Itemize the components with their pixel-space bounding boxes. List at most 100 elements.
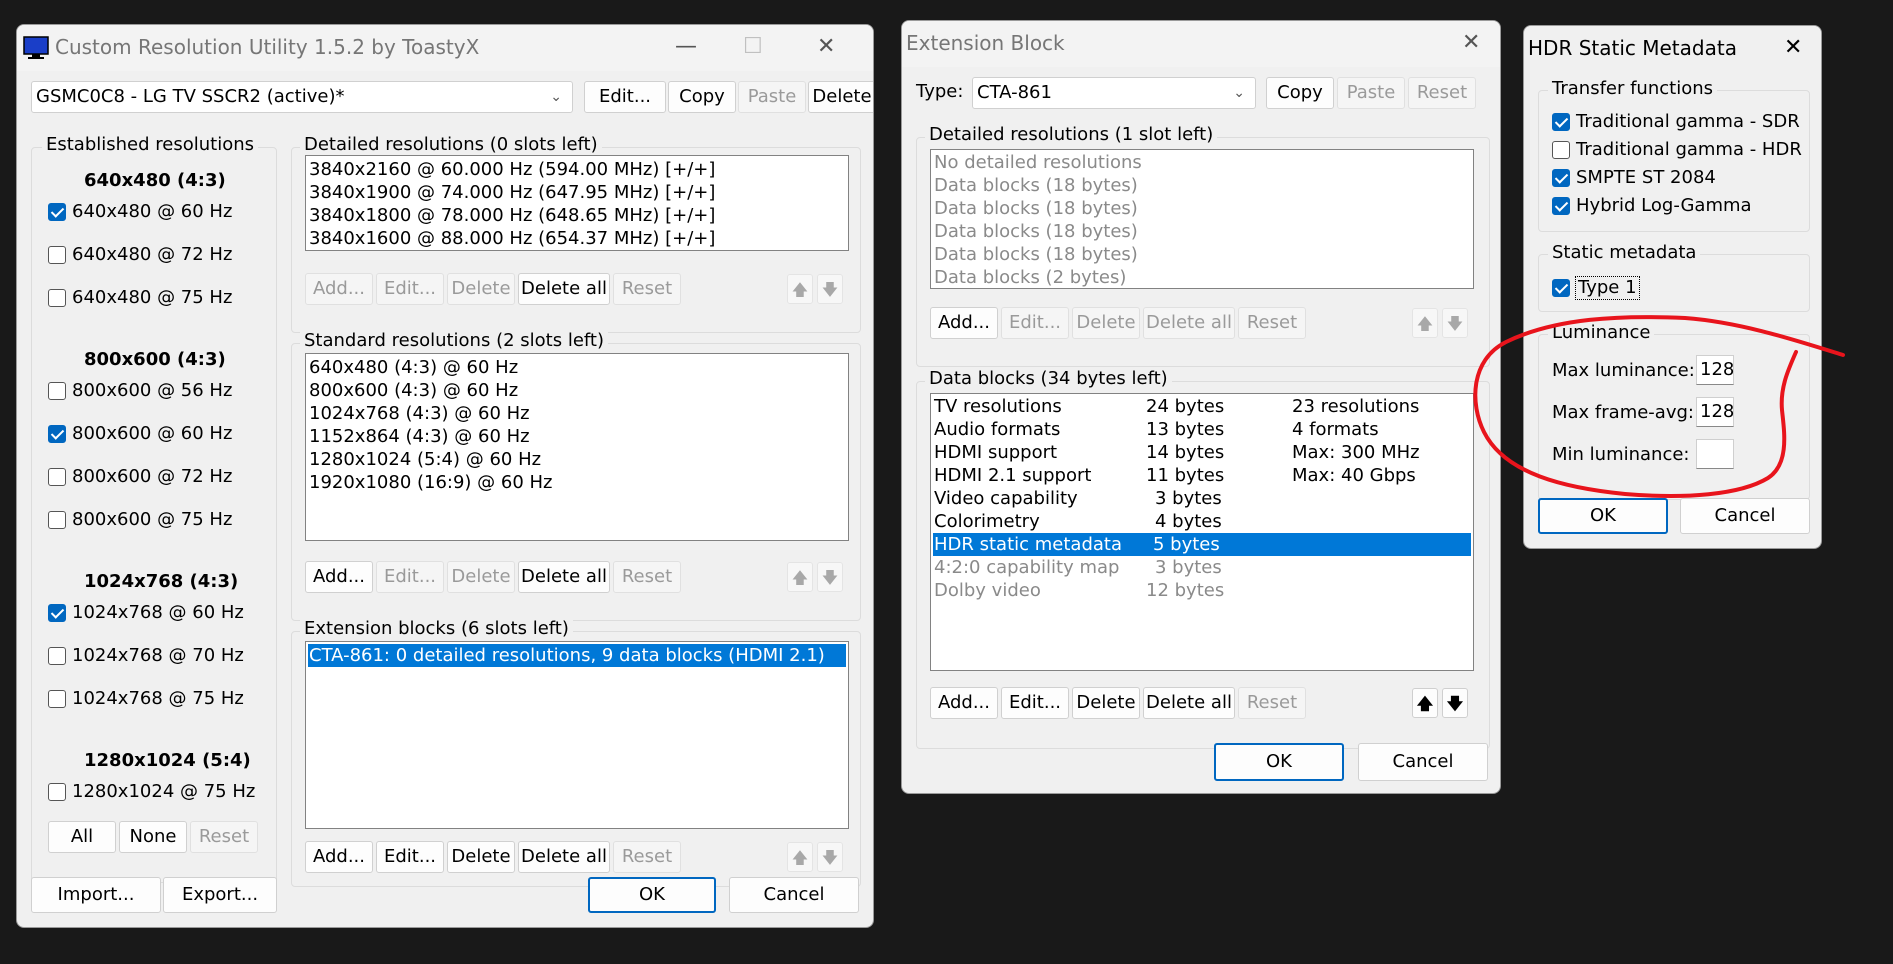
move-down-button[interactable]: 🡇 [817, 842, 843, 872]
reset-button[interactable]: Reset [613, 561, 681, 593]
checkbox[interactable] [48, 511, 66, 529]
checkbox[interactable] [48, 246, 66, 264]
list-item[interactable]: 3840x1600 @ 88.000 Hz (654.37 MHz) [+/+] [309, 227, 715, 250]
edit-button[interactable]: Edit... [376, 561, 444, 593]
detailed-list[interactable]: 3840x2160 @ 60.000 Hz (594.00 MHz) [+/+]… [305, 155, 849, 251]
checkbox-label[interactable]: 800x600 @ 60 Hz [72, 423, 232, 445]
reset-button[interactable]: Reset [1408, 77, 1476, 109]
list-item[interactable]: Data blocks (18 bytes) [934, 197, 1138, 220]
edit-button[interactable]: Edit... [1001, 307, 1069, 339]
add-button[interactable]: Add... [930, 307, 998, 339]
ok-button[interactable]: OK [588, 877, 716, 913]
move-up-button[interactable]: 🡅 [787, 562, 813, 592]
delete-all-button[interactable]: Delete all [1143, 307, 1235, 339]
checkbox[interactable] [1552, 197, 1570, 215]
checkbox[interactable] [48, 468, 66, 486]
checkbox[interactable] [48, 382, 66, 400]
all-button[interactable]: All [48, 821, 116, 853]
list-item[interactable]: 4:2:0 capability map 3 bytes [934, 556, 1471, 579]
cancel-button[interactable]: Cancel [1358, 743, 1488, 781]
checkbox-label[interactable]: 800x600 @ 72 Hz [72, 466, 232, 488]
move-down-button[interactable]: 🡇 [817, 562, 843, 592]
checkbox-label[interactable]: Type 1 [1575, 276, 1640, 300]
checkbox[interactable] [1552, 169, 1570, 187]
monitor-copy-button[interactable]: Copy [668, 81, 736, 113]
close-button[interactable]: ✕ [1784, 36, 1802, 60]
list-item[interactable]: Data blocks (18 bytes) [934, 174, 1138, 197]
delete-button[interactable]: Delete [447, 841, 515, 873]
checkbox-label[interactable]: Traditional gamma - SDR [1576, 111, 1800, 133]
move-up-button[interactable]: 🡅 [1412, 688, 1438, 718]
checkbox-label[interactable]: 1024x768 @ 60 Hz [72, 602, 244, 624]
checkbox-label[interactable]: Traditional gamma - HDR [1576, 139, 1802, 161]
none-button[interactable]: None [119, 821, 187, 853]
move-down-button[interactable]: 🡇 [1442, 308, 1468, 338]
delete-button[interactable]: Delete [1072, 687, 1140, 719]
list-item-selected[interactable]: HDR static metadata 5 bytes [933, 533, 1471, 556]
delete-button[interactable]: Delete [447, 561, 515, 593]
paste-button[interactable]: Paste [1337, 77, 1405, 109]
checkbox-label[interactable]: 1280x1024 @ 75 Hz [72, 781, 255, 803]
close-button[interactable]: ✕ [1462, 31, 1480, 55]
list-item[interactable]: 3840x2160 @ 60.000 Hz (594.00 MHz) [+/+] [309, 158, 715, 181]
reset-button[interactable]: Reset [613, 841, 681, 873]
move-up-button[interactable]: 🡅 [787, 274, 813, 304]
checkbox[interactable] [1552, 113, 1570, 131]
add-button[interactable]: Add... [305, 841, 373, 873]
list-item[interactable]: Colorimetry 4 bytes [934, 510, 1471, 533]
delete-button[interactable]: Delete [1072, 307, 1140, 339]
list-item[interactable]: Data blocks (18 bytes) [934, 220, 1138, 243]
list-item[interactable]: Data blocks (2 bytes) [934, 266, 1126, 288]
monitor-paste-button[interactable]: Paste [738, 81, 806, 113]
move-up-button[interactable]: 🡅 [787, 842, 813, 872]
list-item[interactable]: Audio formats 13 bytes 4 formats [934, 418, 1471, 441]
checkbox-label[interactable]: 1024x768 @ 70 Hz [72, 645, 244, 667]
delete-button[interactable]: Delete [447, 273, 515, 305]
add-button[interactable]: Add... [305, 561, 373, 593]
list-item[interactable]: 3840x1900 @ 74.000 Hz (647.95 MHz) [+/+] [309, 181, 715, 204]
delete-all-button[interactable]: Delete all [1143, 687, 1235, 719]
delete-all-button[interactable]: Delete all [518, 841, 610, 873]
move-down-button[interactable]: 🡇 [817, 274, 843, 304]
checkbox[interactable] [48, 647, 66, 665]
checkbox[interactable] [48, 690, 66, 708]
add-button[interactable]: Add... [930, 687, 998, 719]
list-item[interactable]: 3840x1800 @ 78.000 Hz (648.65 MHz) [+/+] [309, 204, 715, 227]
checkbox[interactable] [48, 289, 66, 307]
max-frame-avg-field[interactable]: 128 [1696, 397, 1734, 427]
cancel-button[interactable]: Cancel [729, 877, 859, 913]
list-item[interactable]: HDMI 2.1 support 11 bytes Max: 40 Gbps [934, 464, 1471, 487]
move-up-button[interactable]: 🡅 [1412, 308, 1438, 338]
extension-list[interactable]: CTA-861: 0 detailed resolutions, 9 data … [305, 641, 849, 829]
copy-button[interactable]: Copy [1266, 77, 1334, 109]
checkbox[interactable] [48, 425, 66, 443]
checkbox-label[interactable]: 800x600 @ 75 Hz [72, 509, 232, 531]
checkbox-label[interactable]: SMPTE ST 2084 [1576, 167, 1716, 189]
monitor-select[interactable]: GSMC0C8 - LG TV SSCR2 (active)* ⌄ [31, 81, 573, 113]
checkbox-label[interactable]: 640x480 @ 60 Hz [72, 201, 232, 223]
edit-button[interactable]: Edit... [376, 841, 444, 873]
list-item[interactable]: Video capability 3 bytes [934, 487, 1471, 510]
list-item[interactable]: 1024x768 (4:3) @ 60 Hz [309, 402, 530, 425]
max-luminance-field[interactable]: 128 [1696, 355, 1734, 385]
checkbox-label[interactable]: 800x600 @ 56 Hz [72, 380, 232, 402]
minimize-button[interactable]: — [675, 35, 697, 59]
maximize-button[interactable]: ☐ [743, 35, 763, 59]
reset-button[interactable]: Reset [1238, 687, 1306, 719]
checkbox-label[interactable]: 640x480 @ 72 Hz [72, 244, 232, 266]
checkbox[interactable] [1552, 141, 1570, 159]
delete-all-button[interactable]: Delete all [518, 273, 610, 305]
edit-button[interactable]: Edit... [376, 273, 444, 305]
ok-button[interactable]: OK [1214, 743, 1344, 781]
checkbox[interactable] [48, 203, 66, 221]
edit-button[interactable]: Edit... [1001, 687, 1069, 719]
checkbox[interactable] [48, 604, 66, 622]
checkbox-label[interactable]: 1024x768 @ 75 Hz [72, 688, 244, 710]
list-item[interactable]: CTA-861: 0 detailed resolutions, 9 data … [308, 644, 846, 667]
list-item[interactable]: 1152x864 (4:3) @ 60 Hz [309, 425, 530, 448]
list-item[interactable]: TV resolutions 24 bytes 23 resolutions [934, 395, 1471, 418]
export-button[interactable]: Export... [163, 877, 277, 913]
list-item[interactable]: No detailed resolutions [934, 151, 1142, 174]
reset-button[interactable]: Reset [190, 821, 258, 853]
checkbox[interactable] [48, 783, 66, 801]
